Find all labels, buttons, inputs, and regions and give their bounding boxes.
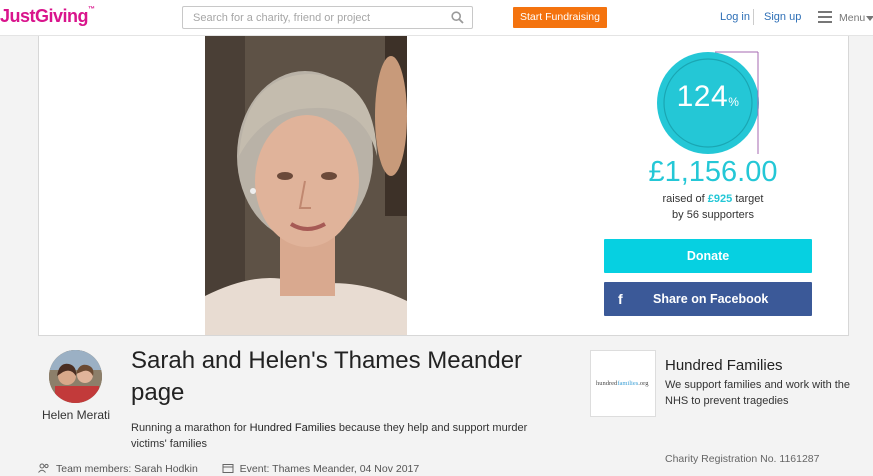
target-text: raised of £925 target	[662, 193, 764, 205]
charity-name[interactable]: Hundred Families	[665, 357, 783, 374]
donate-button[interactable]: Donate	[604, 239, 812, 273]
team-members-text: Team members: Sarah Hodkin	[56, 463, 198, 475]
menu-button[interactable]: Menu	[839, 12, 865, 24]
progress-percent: 124%	[676, 80, 740, 113]
charity-logo-text: hundredfamilies.org	[596, 380, 649, 387]
site-header: JustGiving™ Start Fundraising Log in Sig…	[0, 0, 873, 36]
login-link[interactable]: Log in	[720, 11, 750, 23]
amount-raised: £1,156.00	[648, 156, 778, 188]
signup-link[interactable]: Sign up	[764, 11, 801, 23]
facebook-icon: f	[618, 291, 623, 307]
start-fundraising-button[interactable]: Start Fundraising	[513, 7, 607, 28]
search-icon[interactable]	[451, 11, 464, 24]
hero-panel: 124% £1,156.00 raised of £925 target by …	[38, 36, 849, 336]
charity-registration: Charity Registration No. 1161287	[665, 453, 820, 465]
charity-logo[interactable]: hundredfamilies.org	[590, 350, 656, 417]
people-icon	[38, 463, 49, 473]
event-text[interactable]: Event: Thames Meander, 04 Nov 2017	[240, 463, 420, 475]
hamburger-icon[interactable]	[818, 11, 832, 23]
page-title: Sarah and Helen's Thames Meander page	[131, 347, 523, 406]
chevron-down-icon[interactable]	[866, 16, 873, 21]
header-divider	[753, 9, 754, 25]
search-box[interactable]	[182, 6, 473, 29]
charity-link[interactable]: Hundred Families	[250, 422, 336, 434]
supporters-text: by 56 supporters	[672, 209, 754, 221]
share-facebook-button[interactable]: f Share on Facebook	[604, 282, 812, 316]
calendar-icon	[222, 464, 234, 473]
justgiving-logo[interactable]: JustGiving™	[0, 6, 95, 27]
search-input[interactable]	[183, 7, 433, 28]
avatar[interactable]	[49, 350, 102, 403]
owner-name[interactable]: Helen Merati	[38, 408, 114, 422]
share-facebook-label: Share on Facebook	[653, 292, 769, 306]
page-meta: Team members: Sarah Hodkin Event: Thames…	[38, 463, 419, 475]
fundraiser-photo	[205, 36, 407, 335]
page-description: Running a marathon for Hundred Families …	[131, 422, 528, 450]
charity-description: We support families and work with the NH…	[665, 379, 851, 407]
